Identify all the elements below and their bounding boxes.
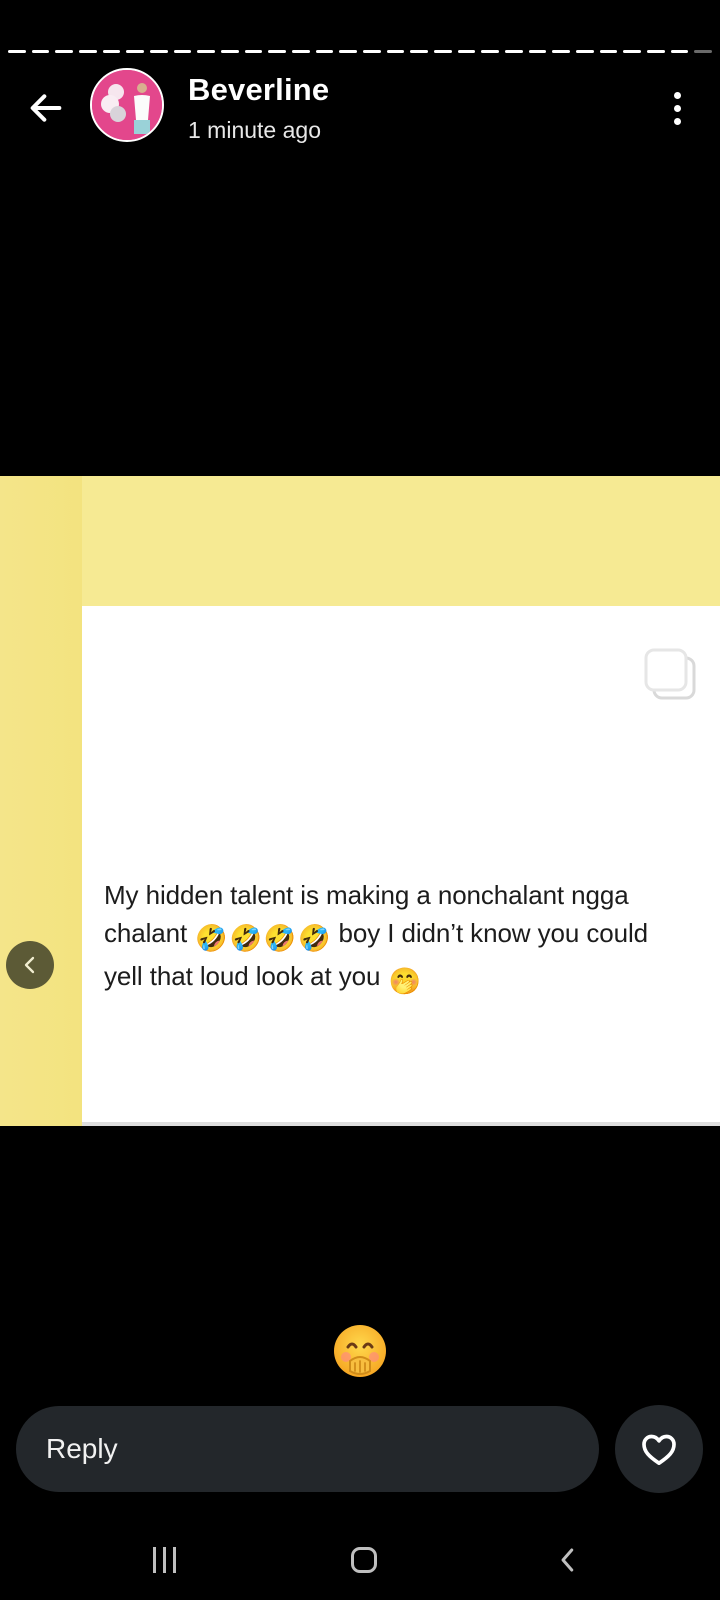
rofl-emoji-icon: 🤣 (298, 923, 331, 953)
progress-segment (79, 50, 97, 53)
arrow-left-icon (30, 94, 62, 122)
tweet-line-2-suffix: boy I didn’t know you could (331, 918, 649, 948)
tweet-line-1: My hidden talent is making a nonchalant … (104, 880, 629, 910)
avatar[interactable] (90, 68, 164, 142)
progress-segment (268, 50, 287, 53)
hand-over-mouth-emoji-icon: 🤭 (388, 966, 421, 996)
recents-icon (152, 1547, 156, 1573)
heart-outline-icon (642, 1434, 676, 1465)
author-name[interactable]: Beverline (188, 72, 329, 108)
nav-back-icon (561, 1548, 574, 1572)
progress-segment (670, 50, 689, 53)
progress-segment (528, 50, 547, 53)
progress-segment (694, 50, 713, 53)
hand-over-mouth-emoji-icon[interactable] (332, 1323, 388, 1379)
back-button[interactable] (22, 84, 70, 132)
progress-segment (434, 50, 452, 53)
recents-button[interactable] (144, 1540, 184, 1580)
progress-segment (292, 50, 310, 53)
progress-segment (102, 50, 121, 53)
progress-segment (315, 50, 334, 53)
system-navbar (0, 1520, 720, 1600)
progress-segment (55, 50, 74, 53)
reply-input[interactable]: Reply (16, 1406, 599, 1492)
progress-segment (173, 50, 192, 53)
rofl-emoji-icon: 🤣 (229, 923, 262, 953)
progress-segment (150, 50, 168, 53)
progress-segment (457, 50, 476, 53)
copy-icon (644, 648, 696, 700)
nav-back-button[interactable] (548, 1540, 588, 1580)
progress-segment (623, 50, 642, 53)
progress-segment (197, 50, 216, 53)
progress-segment (599, 50, 618, 53)
reply-placeholder: Reply (46, 1433, 118, 1464)
profile-photo (92, 70, 162, 140)
home-icon (351, 1547, 377, 1573)
story-timestamp: 1 minute ago (188, 117, 321, 143)
more-vertical-icon (673, 91, 681, 99)
previous-story-button[interactable] (6, 941, 54, 989)
tweet-card: My hidden talent is making a nonchalant … (82, 606, 720, 1126)
progress-segment (339, 50, 358, 53)
background-panel (0, 476, 82, 1126)
progress-segment (31, 50, 50, 53)
progress-segment (363, 50, 381, 53)
like-button[interactable] (615, 1405, 703, 1493)
chevron-left-icon (24, 956, 35, 974)
story-media[interactable]: My hidden talent is making a nonchalant … (0, 476, 720, 1126)
progress-segment (647, 50, 665, 53)
progress-segment (244, 50, 263, 53)
progress-segment (552, 50, 571, 53)
progress-segment (505, 50, 523, 53)
rofl-emoji-icon: 🤣 (195, 923, 228, 953)
progress-segment (126, 50, 145, 53)
home-button[interactable] (344, 1540, 384, 1580)
more-options-button[interactable] (662, 84, 692, 132)
tweet-line-3: yell that loud look at you (104, 961, 388, 991)
progress-segment (221, 50, 239, 53)
tweet-text: My hidden talent is making a nonchalant … (104, 876, 704, 1000)
tweet-line-2-prefix: chalant (104, 918, 195, 948)
rofl-emoji-icon: 🤣 (263, 923, 297, 953)
progress-segment (481, 50, 500, 53)
story-progress (8, 50, 713, 54)
progress-segment (410, 50, 429, 53)
progress-segment (576, 50, 594, 53)
progress-segment (8, 50, 26, 53)
progress-segment (386, 50, 405, 53)
